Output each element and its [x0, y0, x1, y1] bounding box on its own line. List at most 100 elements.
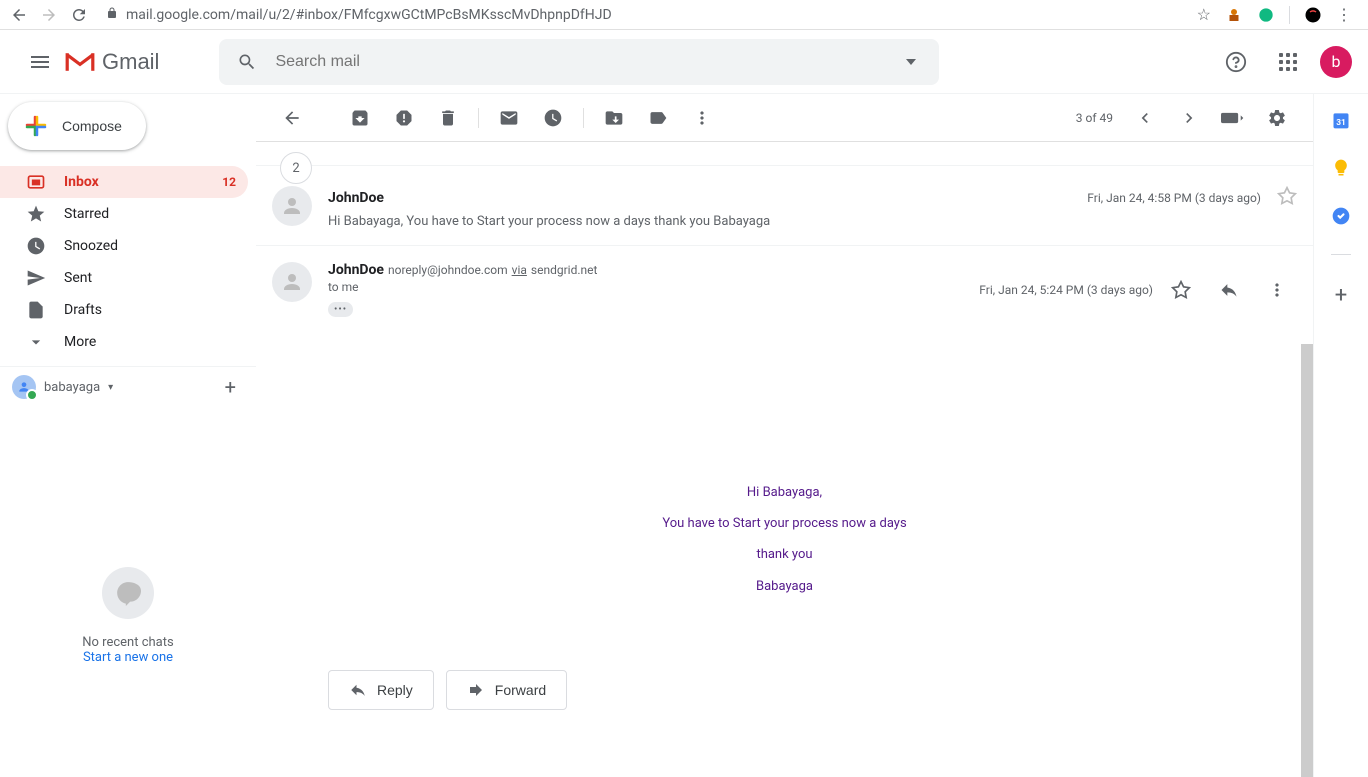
via-label: via	[512, 263, 527, 277]
body-line: You have to Start your process now a day…	[372, 508, 1197, 539]
newer-button[interactable]	[1125, 98, 1165, 138]
add-addon-button[interactable]: +	[1335, 283, 1347, 308]
browser-menu-icon[interactable]: ⋮	[1336, 5, 1352, 24]
account-avatar[interactable]: b	[1320, 46, 1352, 78]
search-input[interactable]	[267, 53, 891, 71]
message-toolbar: 3 of 49	[256, 94, 1313, 142]
body-line: thank you	[372, 539, 1197, 570]
star-icon	[26, 204, 46, 224]
extension-icon-3[interactable]	[1304, 6, 1322, 24]
message-date: Fri, Jan 24, 4:58 PM (3 days ago)	[1087, 191, 1261, 205]
browser-forward-button[interactable]	[40, 6, 58, 24]
star-button[interactable]	[1277, 186, 1297, 210]
older-button[interactable]	[1169, 98, 1209, 138]
toolbar-divider	[478, 108, 479, 128]
body-line: Hi Babayaga,	[372, 477, 1197, 508]
gmail-text: Gmail	[102, 49, 159, 75]
gmail-m-icon	[64, 50, 96, 74]
mark-unread-button[interactable]	[489, 98, 529, 138]
file-icon	[26, 300, 46, 320]
chevron-down-icon[interactable]: ▾	[108, 382, 113, 393]
extension-divider	[1289, 6, 1290, 24]
message-expanded: JohnDoe noreply@johndoe.com via sendgrid…	[256, 246, 1313, 750]
main-menu-button[interactable]	[16, 38, 64, 86]
thread-count-badge[interactable]: 2	[280, 152, 312, 184]
via-domain: sendgrid.net	[531, 263, 598, 277]
report-spam-button[interactable]	[384, 98, 424, 138]
sidebar-item-drafts[interactable]: Drafts	[0, 294, 248, 326]
tasks-icon[interactable]	[1331, 206, 1351, 226]
search-box[interactable]	[219, 39, 939, 85]
move-to-button[interactable]	[594, 98, 634, 138]
sidebar-item-sent[interactable]: Sent	[0, 262, 248, 294]
back-to-inbox-button[interactable]	[272, 98, 312, 138]
nav-label: Sent	[64, 270, 236, 286]
right-rail: 31 +	[1314, 94, 1368, 777]
keep-icon[interactable]	[1331, 158, 1351, 178]
chat-contact-row[interactable]: babayaga ▾ +	[0, 366, 256, 407]
clock-icon	[26, 236, 46, 256]
show-trimmed-button[interactable]: •••	[328, 302, 353, 317]
inbox-icon	[26, 172, 46, 192]
more-icon-button[interactable]	[1257, 270, 1297, 310]
settings-button[interactable]	[1257, 98, 1297, 138]
calendar-icon[interactable]: 31	[1331, 110, 1351, 130]
plus-icon	[24, 114, 48, 138]
archive-button[interactable]	[340, 98, 380, 138]
compose-button[interactable]: Compose	[8, 102, 146, 150]
forward-icon	[467, 681, 485, 699]
gmail-logo[interactable]: Gmail	[64, 49, 159, 75]
reply-button[interactable]: Reply	[328, 670, 434, 710]
nav-label: More	[64, 334, 236, 350]
search-icon[interactable]	[227, 42, 267, 82]
page-info: 3 of 49	[1068, 111, 1121, 125]
svg-text:31: 31	[1336, 118, 1346, 128]
scrollbar[interactable]	[1301, 344, 1313, 777]
sidebar-item-snoozed[interactable]: Snoozed	[0, 230, 248, 262]
star-button[interactable]	[1161, 270, 1201, 310]
send-icon	[26, 268, 46, 288]
reply-icon	[349, 681, 367, 699]
gmail-header: Gmail b	[0, 30, 1368, 94]
reply-icon-button[interactable]	[1209, 270, 1249, 310]
browser-back-button[interactable]	[10, 6, 28, 24]
forward-button[interactable]: Forward	[446, 670, 567, 710]
forward-label: Forward	[495, 682, 546, 698]
sender-name: JohnDoe	[328, 190, 384, 206]
browser-reload-button[interactable]	[70, 6, 88, 24]
support-button[interactable]	[1216, 42, 1256, 82]
apps-grid-icon	[1279, 53, 1297, 71]
extension-icon-2[interactable]	[1257, 6, 1275, 24]
hamburger-icon	[31, 56, 49, 68]
bookmark-star-icon[interactable]: ☆	[1197, 5, 1211, 24]
hangouts-start-link[interactable]: Start a new one	[0, 650, 256, 665]
message-collapsed[interactable]: JohnDoe Fri, Jan 24, 4:58 PM (3 days ago…	[256, 166, 1313, 246]
message-date: Fri, Jan 24, 5:24 PM (3 days ago)	[979, 283, 1153, 297]
snooze-button[interactable]	[533, 98, 573, 138]
input-tools-button[interactable]	[1213, 98, 1253, 138]
nav-count: 12	[222, 175, 236, 189]
sender-email: noreply@johndoe.com	[388, 263, 508, 277]
labels-button[interactable]	[638, 98, 678, 138]
reply-label: Reply	[377, 682, 413, 698]
hangouts-section: No recent chats Start a new one	[0, 567, 256, 665]
sidebar-item-more[interactable]: More	[0, 326, 248, 358]
nav-label: Inbox	[64, 174, 204, 190]
extension-icon-1[interactable]	[1225, 6, 1243, 24]
search-options-dropdown[interactable]	[891, 42, 931, 82]
chevron-down-icon	[26, 332, 46, 352]
to-label: to me	[328, 280, 359, 294]
delete-button[interactable]	[428, 98, 468, 138]
lock-icon	[106, 6, 118, 23]
compose-label: Compose	[62, 118, 122, 134]
sidebar-item-inbox[interactable]: Inbox 12	[0, 166, 248, 198]
contact-name: babayaga	[44, 380, 100, 395]
sidebar: Compose Inbox 12 Starred Snoozed	[0, 94, 256, 777]
message-snippet: Hi Babayaga, You have to Start your proc…	[328, 214, 1297, 229]
url-text[interactable]: mail.google.com/mail/u/2/#inbox/FMfcgxwG…	[126, 7, 612, 23]
hangouts-icon	[102, 567, 154, 619]
sidebar-item-starred[interactable]: Starred	[0, 198, 248, 230]
add-contact-button[interactable]: +	[225, 375, 244, 399]
more-actions-button[interactable]	[682, 98, 722, 138]
apps-button[interactable]	[1268, 42, 1308, 82]
